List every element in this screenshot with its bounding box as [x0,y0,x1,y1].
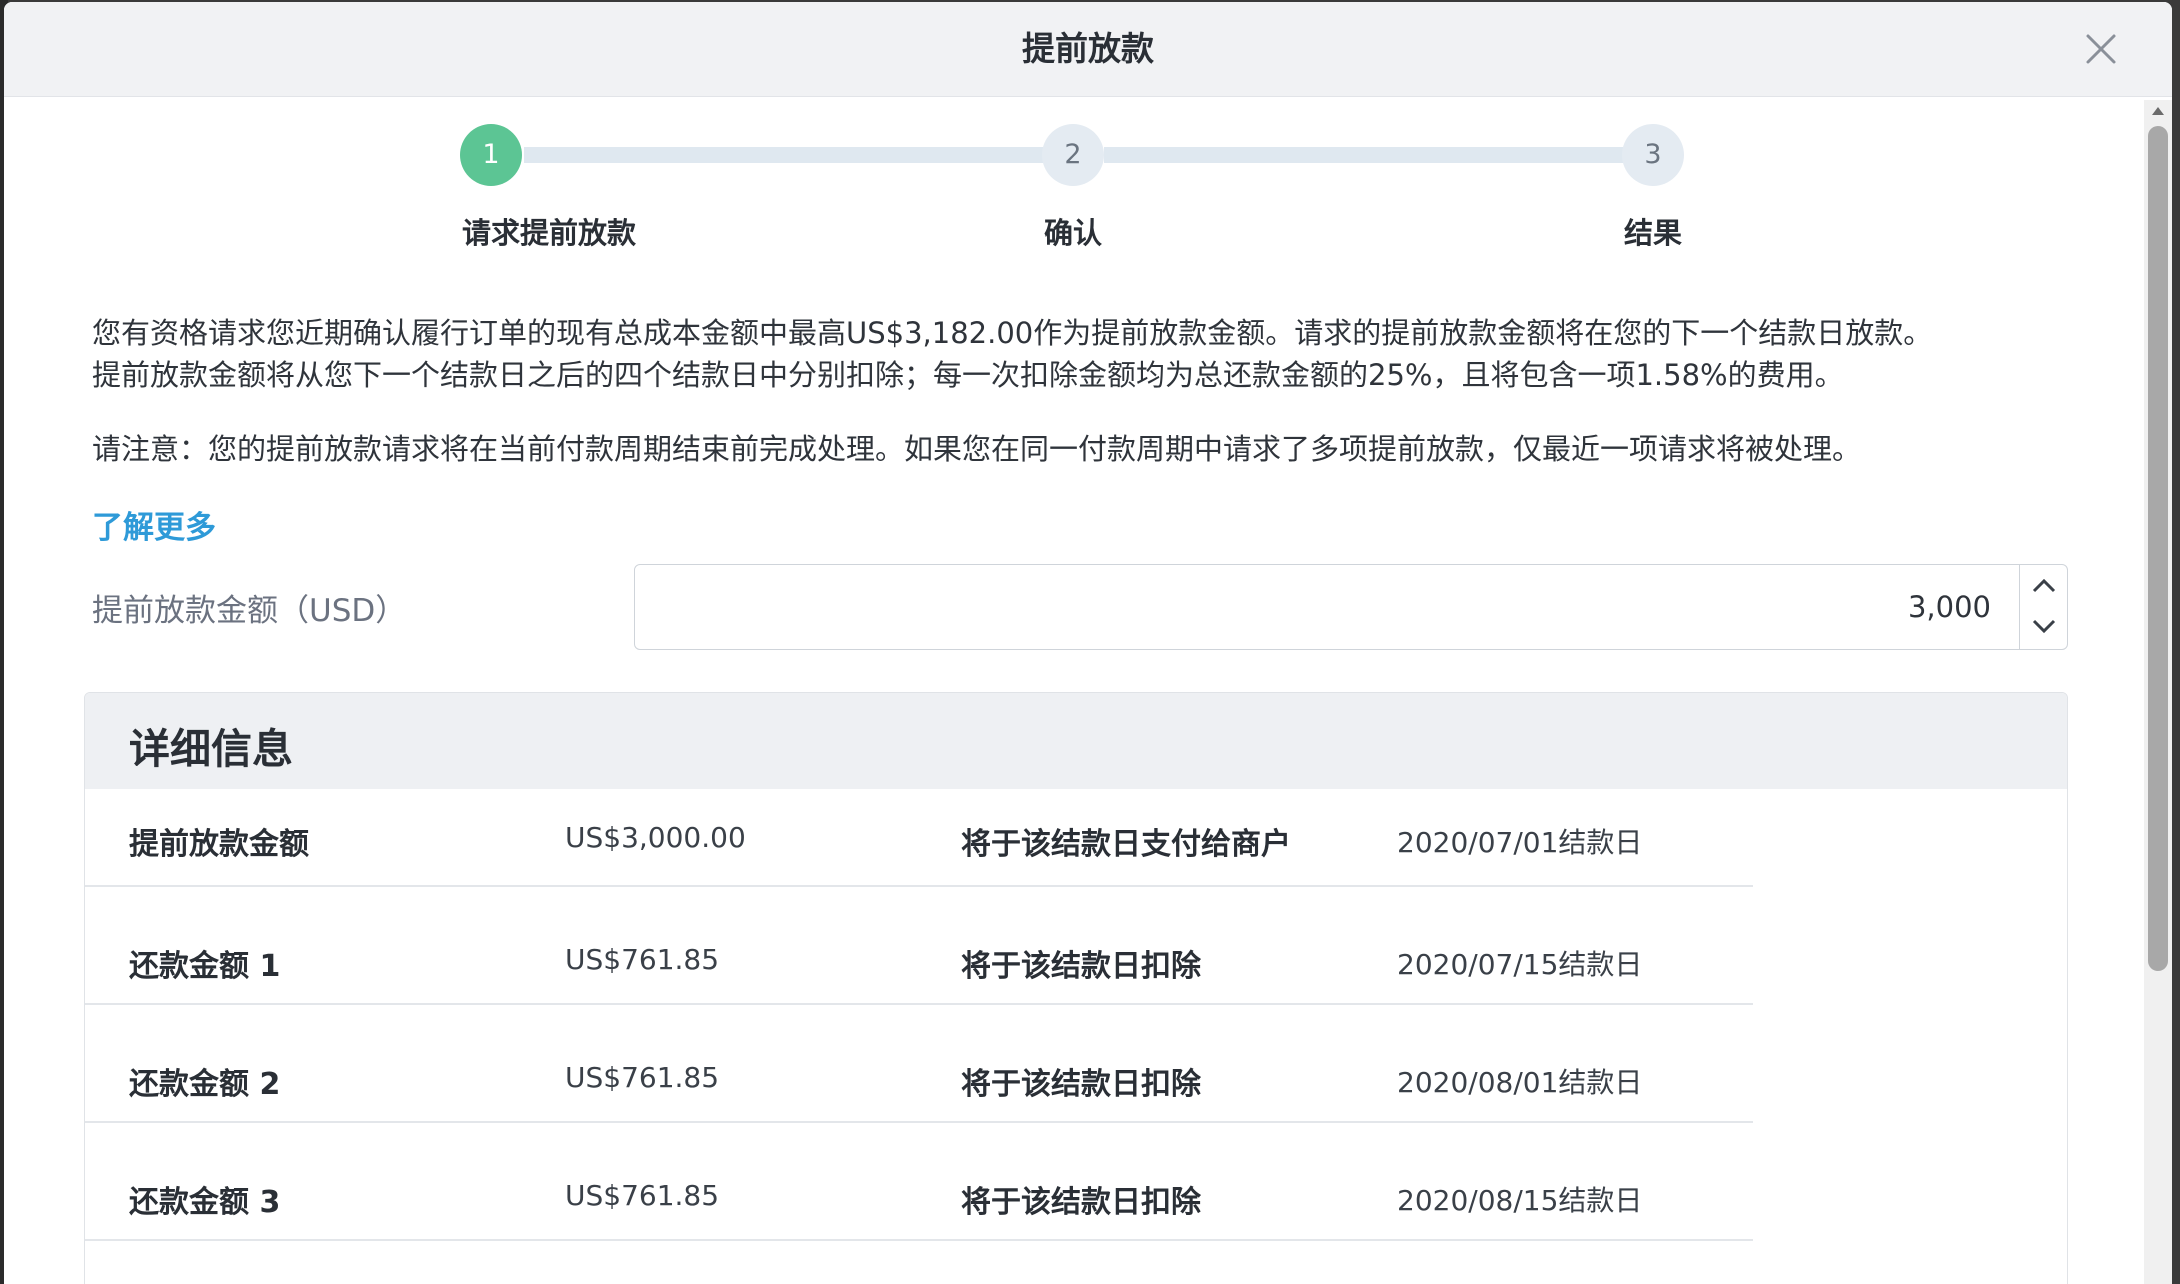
row-date-label: 将于该结款日扣除 [961,949,1201,984]
row-label: 还款金额 2 [129,1067,281,1102]
row-label: 还款金额 3 [129,1185,281,1220]
details-title: 详细信息 [129,725,293,773]
scroll-up-button[interactable] [2144,100,2172,124]
close-button[interactable] [2078,26,2124,72]
row-value: US$761.85 [565,1061,720,1094]
step-connector-2 [1104,147,1654,163]
step-connector-1 [524,147,1060,163]
step-3-circle: 3 [1622,124,1684,186]
step-2-label: 确认 [1044,216,1103,250]
row-label: 提前放款金额 [129,827,309,862]
details-row: 还款金额 1 US$761.85 将于该结款日扣除 2020/07/15结款日 [85,885,1753,1005]
chevron-up-icon [2032,578,2056,593]
details-row: 提前放款金额 US$3,000.00 将于该结款日支付给商户 2020/07/0… [85,789,1753,887]
row-date-label: 将于该结款日支付给商户 [961,827,1291,862]
amount-label: 提前放款金额（USD） [92,593,407,629]
row-value: US$761.85 [565,1179,720,1212]
step-1-label: 请求提前放款 [462,216,637,250]
row-label: 还款金额 1 [129,949,281,984]
increment-button[interactable] [2020,565,2068,607]
intro-line-1: 您有资格请求您近期确认履行订单的现有总成本金额中最高US$3,182.00作为提… [92,316,1933,350]
row-value: US$3,000.00 [565,821,746,854]
row-date-label: 将于该结款日扣除 [961,1185,1201,1220]
modal-title: 提前放款 [1022,29,1154,68]
step-2-circle: 2 [1042,124,1104,186]
details-card: 详细信息 提前放款金额 US$3,000.00 将于该结款日支付给商户 2020… [84,692,2068,1284]
step-1-circle: 1 [460,124,522,186]
row-date-label: 将于该结款日扣除 [961,1067,1201,1102]
caret-up-icon [2152,107,2164,115]
step-3-label: 结果 [1624,216,1683,250]
details-row: 还款金额 2 US$761.85 将于该结款日扣除 2020/08/01结款日 [85,1003,1753,1123]
close-icon [2086,34,2116,64]
row-date-value: 2020/07/01结款日 [1397,826,1643,859]
amount-stepper [2019,565,2068,649]
decrement-button[interactable] [2020,607,2068,649]
learn-more-link[interactable]: 了解更多 [92,502,216,547]
row-date-value: 2020/07/15结款日 [1397,948,1643,981]
amount-field [634,564,2068,650]
intro-line-2: 提前放款金额将从您下一个结款日之后的四个结款日中分别扣除；每一次扣除金额均为总还… [92,358,1844,392]
early-payout-modal: 提前放款 1 2 3 请求提前放款 确认 结果 您有资格请求您近期确认履行订单的… [4,2,2172,1284]
details-header [85,693,2067,789]
amount-input[interactable] [635,565,2005,649]
scrollbar-thumb[interactable] [2148,126,2168,971]
row-date-value: 2020/08/15结款日 [1397,1184,1643,1217]
chevron-down-icon [2032,619,2056,634]
row-value: US$761.85 [565,943,720,976]
row-date-value: 2020/08/01结款日 [1397,1066,1643,1099]
details-row: 还款金额 3 US$761.85 将于该结款日扣除 2020/08/15结款日 [85,1121,1753,1241]
intro-note: 请注意：您的提前放款请求将在当前付款周期结束前完成处理。如果您在同一付款周期中请… [92,432,1862,466]
